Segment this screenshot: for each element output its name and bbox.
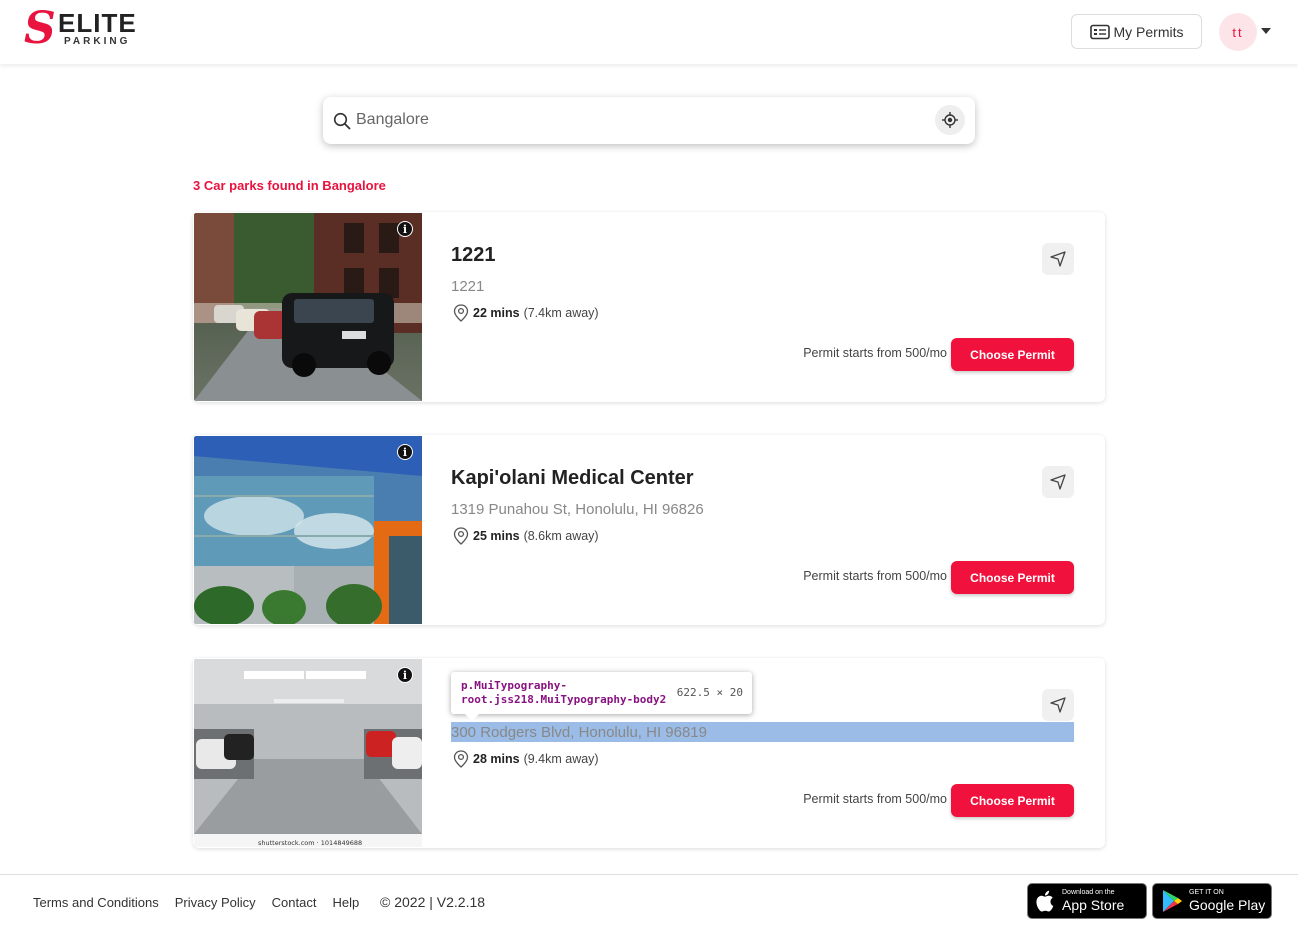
drive-time: 22 mins — [473, 306, 520, 320]
logo-word: ELITE — [58, 8, 137, 38]
location-pin-icon — [453, 304, 469, 322]
carpark-address: 300 Rodgers Blvd, Honolulu, HI 96819 — [451, 724, 707, 741]
footer-links: Terms and Conditions Privacy Policy Cont… — [33, 895, 359, 910]
terms-link[interactable]: Terms and Conditions — [33, 895, 159, 910]
logo-sub: PARKING — [64, 36, 131, 47]
info-icon[interactable]: i — [397, 667, 413, 683]
location-search-bar[interactable]: Bangalore — [323, 97, 975, 144]
results-summary: 3 Car parks found in Bangalore — [193, 178, 386, 193]
carpark-distance: 28 mins (9.4km away) — [453, 750, 599, 768]
drive-time: 28 mins — [473, 752, 520, 766]
footer: Terms and Conditions Privacy Policy Cont… — [0, 874, 1298, 928]
carpark-photo: shutterstock.com · 1014849688 — [194, 659, 422, 847]
apple-icon — [1036, 890, 1054, 912]
search-input[interactable]: Bangalore — [356, 111, 429, 129]
info-icon[interactable]: i — [397, 221, 413, 237]
distance-away: (9.4km away) — [523, 752, 599, 766]
carpark-distance: 22 mins (7.4km away) — [453, 304, 599, 322]
choose-permit-button[interactable]: Choose Permit — [951, 338, 1074, 371]
logo-s: S — [24, 3, 56, 54]
distance-away: (8.6km away) — [523, 529, 599, 543]
distance-away: (7.4km away) — [523, 306, 599, 320]
app-store-small: Download on the — [1062, 889, 1115, 896]
copyright: © 2022 | V2.2.18 — [380, 894, 486, 910]
inspector-size: 622.5 × 20 — [676, 686, 743, 699]
top-header: S ELITE PARKING My Permits tt — [0, 0, 1298, 64]
choose-permit-button[interactable]: Choose Permit — [951, 561, 1074, 594]
devtools-inspector-tooltip: p.MuiTypography-root.jss218.MuiTypograph… — [451, 672, 752, 721]
current-location-button[interactable] — [935, 105, 965, 135]
carpark-name: Kapi'olani Medical Center — [451, 467, 694, 489]
elite-parking-logo[interactable]: S ELITE PARKING — [24, 3, 137, 54]
directions-button[interactable] — [1042, 466, 1074, 498]
navigation-arrow-icon — [1050, 474, 1066, 490]
google-play-big: Google Play — [1189, 897, 1266, 913]
inspector-selector: p.MuiTypography-root.jss218.MuiTypograph… — [461, 679, 667, 706]
google-play-small: GET IT ON — [1189, 889, 1224, 896]
contact-link[interactable]: Contact — [272, 895, 317, 910]
app-store-badge[interactable]: Download on the App Store — [1027, 883, 1147, 919]
carpark-address: 1221 — [451, 278, 485, 295]
carpark-name: 1221 — [451, 244, 496, 266]
google-play-text: GET IT ON Google Play — [1189, 889, 1265, 913]
crosshair-icon — [942, 112, 958, 128]
help-link[interactable]: Help — [332, 895, 359, 910]
carpark-photo — [194, 436, 422, 624]
carpark-card[interactable]: i Kapi'olani Medical Center 1319 Punahou… — [193, 435, 1105, 625]
permit-price: Permit starts from 500/mo — [803, 346, 947, 360]
carpark-distance: 25 mins (8.6km away) — [453, 527, 599, 545]
info-icon[interactable]: i — [397, 444, 413, 460]
carpark-address: 1319 Punahou St, Honolulu, HI 96826 — [451, 501, 704, 518]
tooltip-arrow — [465, 714, 479, 721]
location-pin-icon — [453, 527, 469, 545]
directions-button[interactable] — [1042, 689, 1074, 721]
avatar[interactable]: tt — [1219, 13, 1257, 51]
carpark-card[interactable]: i 1221 1221 22 mins (7.4km away) Permit … — [193, 212, 1105, 402]
directions-button[interactable] — [1042, 243, 1074, 275]
permit-price: Permit starts from 500/mo — [803, 792, 947, 806]
search-icon — [333, 112, 351, 130]
image-watermark: shutterstock.com · 1014849688 — [258, 839, 362, 847]
drive-time: 25 mins — [473, 529, 520, 543]
my-permits-label: My Permits — [1113, 23, 1184, 40]
navigation-arrow-icon — [1050, 251, 1066, 267]
chevron-down-icon[interactable] — [1261, 28, 1271, 34]
permit-card-icon — [1089, 24, 1110, 39]
my-permits-button[interactable]: My Permits — [1071, 14, 1202, 49]
carpark-photo — [194, 213, 422, 401]
privacy-link[interactable]: Privacy Policy — [175, 895, 256, 910]
location-pin-icon — [453, 750, 469, 768]
google-play-icon — [1163, 890, 1182, 912]
app-store-text: Download on the App Store — [1062, 889, 1124, 913]
google-play-badge[interactable]: GET IT ON Google Play — [1152, 883, 1272, 919]
navigation-arrow-icon — [1050, 697, 1066, 713]
permit-price: Permit starts from 500/mo — [803, 569, 947, 583]
choose-permit-button[interactable]: Choose Permit — [951, 784, 1074, 817]
app-store-big: App Store — [1062, 897, 1125, 913]
